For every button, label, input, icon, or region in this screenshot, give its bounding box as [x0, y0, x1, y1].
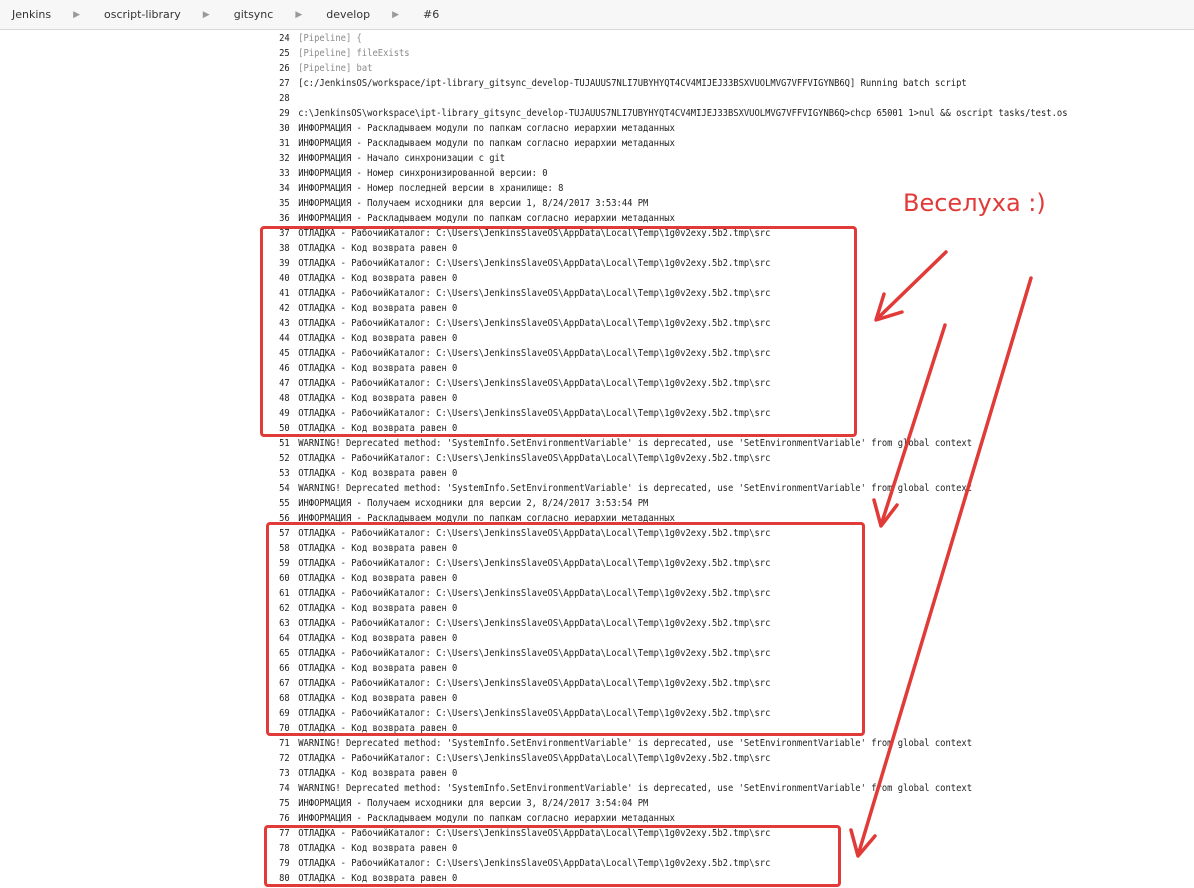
arrow-2 — [880, 323, 947, 524]
arrow-3 — [857, 276, 1033, 854]
annotation-arrows — [849, 250, 1033, 858]
arrow-1 — [878, 250, 948, 318]
